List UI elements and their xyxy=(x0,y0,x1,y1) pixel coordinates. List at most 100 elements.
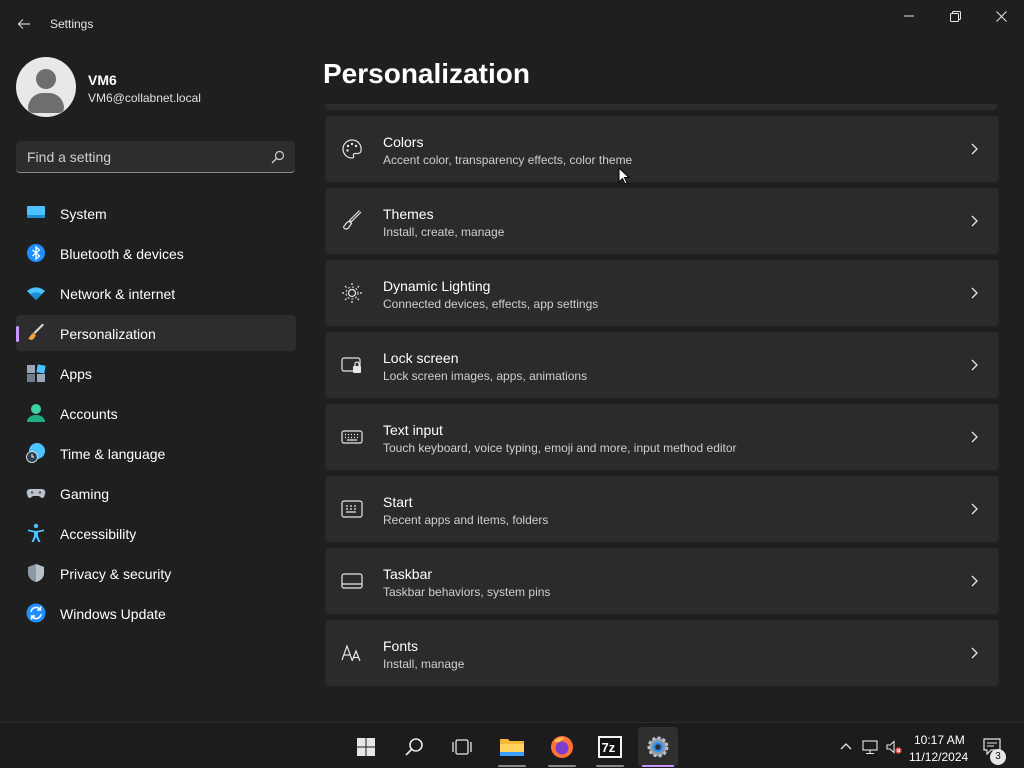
search-input[interactable]: Find a setting xyxy=(16,141,295,173)
sidebar-item-label: Accounts xyxy=(60,406,118,422)
taskbar: 7z 10:17 AM 11/12/2024 3 xyxy=(0,722,1024,768)
sidebar-item-label: Personalization xyxy=(60,326,156,342)
card-subtitle: Accent color, transparency effects, colo… xyxy=(383,153,633,167)
chevron-right-icon xyxy=(971,431,978,443)
sidebar-item-label: Privacy & security xyxy=(60,566,172,582)
card-start[interactable]: Start Recent apps and items, folders xyxy=(325,476,999,542)
gamepad-icon xyxy=(26,489,46,498)
taskbar-search-button[interactable] xyxy=(394,727,434,767)
task-view-button[interactable] xyxy=(442,727,482,767)
lighting-icon xyxy=(342,283,362,303)
search-placeholder: Find a setting xyxy=(27,149,112,165)
sidebar-item-bluetooth[interactable]: Bluetooth & devices xyxy=(16,235,296,271)
user-profile[interactable]: VM6 VM6@collabnet.local xyxy=(16,57,306,117)
search-icon xyxy=(405,738,423,756)
user-email: VM6@collabnet.local xyxy=(88,91,201,105)
card-title: Colors xyxy=(383,134,424,150)
sidebar-item-apps[interactable]: Apps xyxy=(16,355,296,391)
user-name: VM6 xyxy=(88,72,117,88)
sidebar-item-gaming[interactable]: Gaming xyxy=(16,475,296,511)
shield-icon xyxy=(28,564,44,582)
title-bar: Settings xyxy=(0,0,1024,48)
sidebar-item-windows-update[interactable]: Windows Update xyxy=(16,595,296,631)
card-text-input[interactable]: Text input Touch keyboard, voice typing,… xyxy=(325,404,999,470)
close-icon xyxy=(995,10,1007,22)
sidebar-item-time-language[interactable]: Time & language xyxy=(16,435,296,471)
settings-list: Colors Accent color, transparency effect… xyxy=(325,116,999,692)
update-icon xyxy=(26,603,46,623)
person-icon xyxy=(27,404,45,422)
back-button[interactable] xyxy=(10,10,38,38)
card-lock-screen[interactable]: Lock screen Lock screen images, apps, an… xyxy=(325,332,999,398)
avatar xyxy=(16,57,76,117)
card-fonts[interactable]: Fonts Install, manage xyxy=(325,620,999,686)
chevron-up-icon[interactable] xyxy=(838,739,854,755)
taskbar-7zip[interactable]: 7z xyxy=(590,727,630,767)
sidebar-item-label: System xyxy=(60,206,107,222)
card-themes[interactable]: Themes Install, create, manage xyxy=(325,188,999,254)
clock-time[interactable]: 10:17 AM xyxy=(914,733,965,747)
card-title: Themes xyxy=(383,206,434,222)
sidebar-item-label: Apps xyxy=(60,366,92,382)
volume-muted-icon[interactable] xyxy=(886,739,902,755)
chevron-right-icon xyxy=(971,503,978,515)
sidebar-item-label: Network & internet xyxy=(60,286,176,302)
restore-icon xyxy=(949,10,961,22)
sidebar-item-accounts[interactable]: Accounts xyxy=(16,395,296,431)
card-colors[interactable]: Colors Accent color, transparency effect… xyxy=(325,116,999,182)
apps-icon xyxy=(27,364,46,382)
file-explorer-icon xyxy=(500,739,524,756)
card-subtitle: Install, create, manage xyxy=(383,225,505,239)
7zip-icon: 7z xyxy=(598,736,622,758)
card-title: Text input xyxy=(383,422,443,438)
card-subtitle: Install, manage xyxy=(383,657,465,671)
card-subtitle: Touch keyboard, voice typing, emoji and … xyxy=(383,441,737,455)
card-title: Taskbar xyxy=(383,566,433,582)
sidebar-item-system[interactable]: System xyxy=(16,195,296,231)
taskbar-settings[interactable] xyxy=(638,727,678,767)
scrolled-card-edge xyxy=(325,104,997,110)
sidebar-item-network[interactable]: Network & internet xyxy=(16,275,296,311)
sidebar-item-label: Gaming xyxy=(60,486,110,502)
windows-start-icon xyxy=(357,738,375,756)
taskbar-firefox[interactable] xyxy=(542,727,582,767)
taskbar-file-explorer[interactable] xyxy=(492,727,532,767)
sidebar-item-accessibility[interactable]: Accessibility xyxy=(16,515,296,551)
card-title: Lock screen xyxy=(383,350,459,366)
card-subtitle: Connected devices, effects, app settings xyxy=(383,297,599,311)
palette-icon xyxy=(342,139,362,159)
chevron-right-icon xyxy=(971,359,978,371)
lock-screen-icon xyxy=(341,357,361,373)
keyboard-icon xyxy=(341,430,363,444)
sidebar-item-label: Accessibility xyxy=(60,526,137,542)
sidebar-item-label: Bluetooth & devices xyxy=(60,246,184,262)
wifi-icon xyxy=(27,287,45,300)
app-title: Settings xyxy=(50,17,94,31)
chevron-right-icon xyxy=(971,647,978,659)
card-taskbar[interactable]: Taskbar Taskbar behaviors, system pins xyxy=(325,548,999,614)
search-icon xyxy=(271,150,285,164)
card-dynamic-lighting[interactable]: Dynamic Lighting Connected devices, effe… xyxy=(325,260,999,326)
card-subtitle: Taskbar behaviors, system pins xyxy=(383,585,551,599)
card-title: Fonts xyxy=(383,638,419,654)
sidebar-item-personalization[interactable]: Personalization xyxy=(16,315,296,351)
fonts-icon xyxy=(341,644,361,662)
start-button[interactable] xyxy=(346,727,386,767)
clock-date[interactable]: 11/12/2024 xyxy=(909,750,968,764)
restore-button[interactable] xyxy=(932,0,978,32)
close-button[interactable] xyxy=(978,0,1024,32)
mouse-cursor-icon xyxy=(618,167,630,185)
back-arrow-icon xyxy=(17,19,30,29)
network-icon[interactable] xyxy=(862,739,878,755)
chevron-right-icon xyxy=(971,143,978,155)
chevron-right-icon xyxy=(971,215,978,227)
minimize-icon xyxy=(904,15,914,17)
chevron-right-icon xyxy=(971,575,978,587)
task-view-icon xyxy=(452,739,472,755)
minimize-button[interactable] xyxy=(886,0,932,32)
page-title: Personalization xyxy=(323,58,530,89)
card-title: Start xyxy=(383,494,413,510)
monitor-icon xyxy=(27,206,45,218)
bluetooth-icon xyxy=(27,244,45,262)
sidebar-item-privacy[interactable]: Privacy & security xyxy=(16,555,296,591)
